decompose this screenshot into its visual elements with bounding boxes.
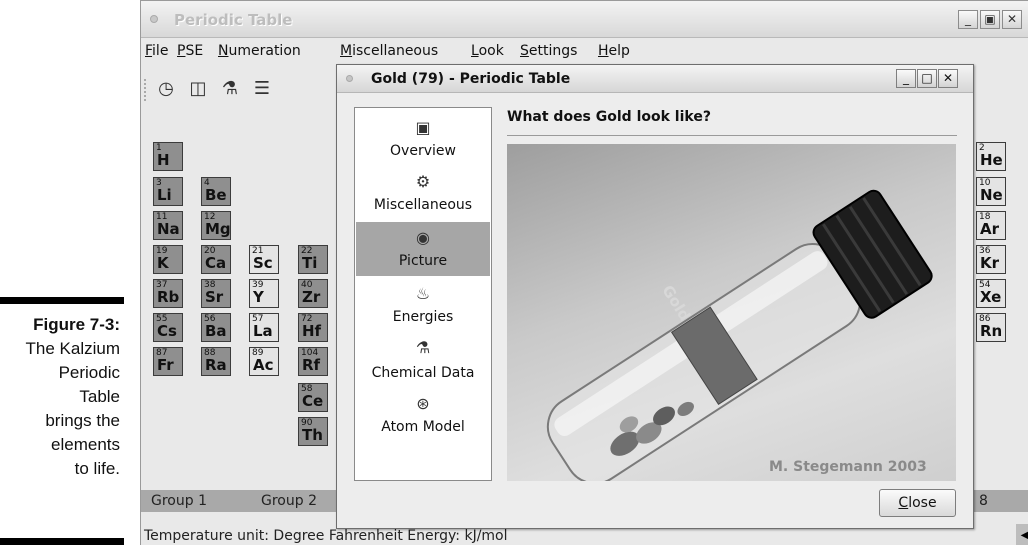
element-ca[interactable]: 20 Ca xyxy=(201,245,231,274)
dialog-sidebar: ▣ Overview ⚙ Miscellaneous ◉ Picture ♨ E… xyxy=(354,107,492,481)
caption-line: The Kalzium xyxy=(25,339,120,358)
toolbar-grip[interactable] xyxy=(144,79,148,101)
clock-icon[interactable]: ◷ xyxy=(153,75,179,103)
group-label-1: Group 1 xyxy=(151,493,207,509)
atom-icon: ⊛ xyxy=(416,394,430,413)
element-ce[interactable]: 58 Ce xyxy=(298,383,328,412)
scroll-left-arrow-icon[interactable]: ◀ xyxy=(1016,524,1028,545)
maximize-button[interactable]: ▣ xyxy=(980,10,1000,29)
dialog-minimize-button[interactable]: _ xyxy=(896,69,916,88)
sidebar-item-picture[interactable]: ◉ Picture xyxy=(356,222,490,276)
element-sc[interactable]: 21 Sc xyxy=(249,245,279,274)
figure-caption: Figure 7-3: The Kalzium Periodic Table b… xyxy=(0,313,120,481)
flask-icon: ⚗ xyxy=(415,338,431,357)
element-th[interactable]: 90 Th xyxy=(298,417,328,446)
main-window-title: Periodic Table xyxy=(174,11,293,29)
screenshot: Figure 7-3: The Kalzium Periodic Table b… xyxy=(0,0,1028,545)
overview-icon: ▣ xyxy=(415,118,431,137)
element-hf[interactable]: 72 Hf xyxy=(298,313,328,342)
group-label-2: Group 2 xyxy=(261,493,317,509)
flame-icon: ♨ xyxy=(415,284,431,303)
vial-illustration xyxy=(546,189,933,481)
page-heading: What does Gold look like? xyxy=(507,109,711,125)
group-label-8: 8 xyxy=(979,493,988,509)
close-button[interactable]: Close xyxy=(879,489,956,517)
menu-help[interactable]: Help xyxy=(598,43,630,59)
element-dialog: Gold (79) - Periodic Table _ □ ✕ ▣ Overv… xyxy=(336,64,974,529)
element-ba[interactable]: 56 Ba xyxy=(201,313,231,342)
gold-photo: Gold M. Stegemann 2003 xyxy=(507,144,956,481)
element-cs[interactable]: 55 Cs xyxy=(153,313,183,342)
dialog-menu-icon[interactable] xyxy=(346,75,353,82)
element-k[interactable]: 19 K xyxy=(153,245,183,274)
element-rb[interactable]: 37 Rb xyxy=(153,279,183,308)
element-kr[interactable]: 36 Kr xyxy=(976,245,1006,274)
sidebar-item-chemical-data[interactable]: ⚗ Chemical Data xyxy=(356,332,490,388)
element-rf[interactable]: 104 Rf xyxy=(298,347,328,376)
dialog-maximize-button[interactable]: □ xyxy=(917,69,937,88)
minimize-button[interactable]: _ xyxy=(958,10,978,29)
dialog-titlebar[interactable]: Gold (79) - Periodic Table _ □ ✕ xyxy=(337,65,973,93)
menu-numeration[interactable]: Numeration xyxy=(218,43,301,59)
gear-icon: ⚙ xyxy=(415,172,431,191)
element-be[interactable]: 4 Be xyxy=(201,177,231,206)
app-menu-icon[interactable] xyxy=(150,15,158,23)
eye-icon: ◉ xyxy=(416,228,430,247)
element-na[interactable]: 11 Na xyxy=(153,211,183,240)
flask-icon[interactable]: ⚗ xyxy=(217,75,243,103)
element-fr[interactable]: 87 Fr xyxy=(153,347,183,376)
element-mg[interactable]: 12 Mg xyxy=(201,211,231,240)
element-xe[interactable]: 54 Xe xyxy=(976,279,1006,308)
sidebar-item-atom-model[interactable]: ⊛ Atom Model xyxy=(356,390,490,444)
element-ac[interactable]: 89 Ac xyxy=(249,347,279,376)
menu-file[interactable]: File xyxy=(145,43,168,59)
photo-credit: M. Stegemann 2003 xyxy=(769,459,927,475)
element-ti[interactable]: 22 Ti xyxy=(298,245,328,274)
element-li[interactable]: 3 Li xyxy=(153,177,183,206)
menu-look[interactable]: Look xyxy=(471,43,504,59)
menu-miscellaneous[interactable]: Miscellaneous xyxy=(340,43,438,59)
caption-rule-top xyxy=(0,297,124,304)
element-ar[interactable]: 18 Ar xyxy=(976,211,1006,240)
toolbar: ◷ ◫ ⚗ ☰ xyxy=(141,75,341,107)
status-text: Temperature unit: Degree Fahrenheit Ener… xyxy=(144,528,508,544)
element-zr[interactable]: 40 Zr xyxy=(298,279,328,308)
element-sr[interactable]: 38 Sr xyxy=(201,279,231,308)
caption-line: brings the xyxy=(45,411,120,430)
caption-line: Table xyxy=(79,387,120,406)
menu-pse[interactable]: PSE xyxy=(177,43,203,59)
dialog-close-x-button[interactable]: ✕ xyxy=(938,69,958,88)
menu-settings[interactable]: Settings xyxy=(520,43,577,59)
sidebar-item-overview[interactable]: ▣ Overview xyxy=(356,114,490,166)
heading-divider xyxy=(507,135,957,136)
caption-rule-bottom xyxy=(0,538,124,545)
chart-icon[interactable]: ◫ xyxy=(185,75,211,103)
caption-label: Figure 7-3: xyxy=(33,315,120,334)
caption-line: to life. xyxy=(74,459,120,478)
element-he[interactable]: 2 He xyxy=(976,142,1006,171)
sidebar-item-energies[interactable]: ♨ Energies xyxy=(356,278,490,332)
close-window-button[interactable]: ✕ xyxy=(1002,10,1022,29)
element-rn[interactable]: 86 Rn xyxy=(976,313,1006,342)
list-icon[interactable]: ☰ xyxy=(249,75,275,103)
element-ne[interactable]: 10 Ne xyxy=(976,177,1006,206)
element-h[interactable]: 1H xyxy=(153,142,183,171)
element-la[interactable]: 57 La xyxy=(249,313,279,342)
caption-line: Periodic xyxy=(58,363,120,382)
element-y[interactable]: 39 Y xyxy=(249,279,279,308)
caption-line: elements xyxy=(51,435,120,454)
main-titlebar[interactable]: Periodic Table _ ▣ ✕ xyxy=(141,1,1028,38)
sidebar-item-miscellaneous[interactable]: ⚙ Miscellaneous xyxy=(356,166,490,220)
element-ra[interactable]: 88 Ra xyxy=(201,347,231,376)
menubar: File PSE Numeration Miscellaneous Look S… xyxy=(141,39,1028,65)
dialog-title: Gold (79) - Periodic Table xyxy=(371,71,571,87)
